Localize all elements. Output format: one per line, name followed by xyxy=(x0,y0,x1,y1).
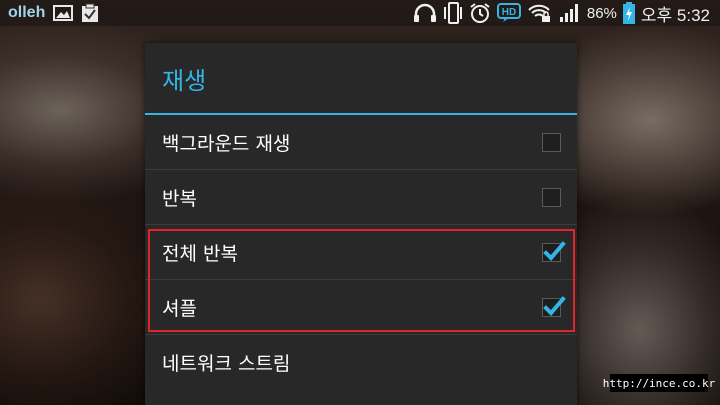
dialog-title: 재생 xyxy=(162,66,207,95)
checkmark-icon xyxy=(543,295,566,316)
option-label: 반복 xyxy=(162,187,197,210)
option-label: 전체 반복 xyxy=(162,242,238,265)
signal-icon xyxy=(559,2,581,24)
option-repeat[interactable]: 반복 xyxy=(145,170,577,225)
gallery-icon xyxy=(53,2,74,24)
alarm-icon xyxy=(469,2,491,24)
battery-percent: 86% xyxy=(586,4,617,22)
checkbox-checked[interactable] xyxy=(542,240,566,262)
checkbox-unchecked[interactable] xyxy=(542,187,561,207)
checkbox-unchecked[interactable] xyxy=(542,132,561,152)
hd-icon: HD xyxy=(496,2,521,24)
watermark: http://ince.co.kr xyxy=(603,374,715,392)
status-bar: olleh HD 86% 오후 5:32 xyxy=(0,0,720,26)
dialog-header: 재생 xyxy=(145,43,577,115)
checkmark-icon xyxy=(543,240,566,261)
option-label: 셔플 xyxy=(162,297,197,320)
hd-badge-label: HD xyxy=(502,7,516,18)
clipboard-check-icon xyxy=(81,2,99,24)
option-background-play[interactable]: 백그라운드 재생 xyxy=(145,115,577,170)
option-shuffle[interactable]: 셔플 xyxy=(145,280,577,335)
clock: 오후 5:32 xyxy=(640,5,710,25)
carrier-label: olleh xyxy=(8,4,46,21)
playback-dialog: 재생 백그라운드 재생 반복 전체 반복 셔플 네트워크 스트림 xyxy=(145,43,577,405)
checkbox-checked[interactable] xyxy=(542,295,566,317)
option-repeat-all[interactable]: 전체 반복 xyxy=(145,225,577,280)
battery-charging-icon xyxy=(622,2,635,24)
option-label: 백그라운드 재생 xyxy=(162,132,291,155)
option-label: 네트워크 스트림 xyxy=(162,353,291,375)
status-bar-left: olleh xyxy=(0,2,99,24)
vibrate-icon xyxy=(443,2,463,24)
status-bar-right: HD 86% 오후 5:32 xyxy=(413,1,720,26)
wifi-lock-icon xyxy=(527,2,553,24)
headphones-icon xyxy=(413,2,437,24)
option-network-stream[interactable]: 네트워크 스트림 xyxy=(145,335,577,390)
